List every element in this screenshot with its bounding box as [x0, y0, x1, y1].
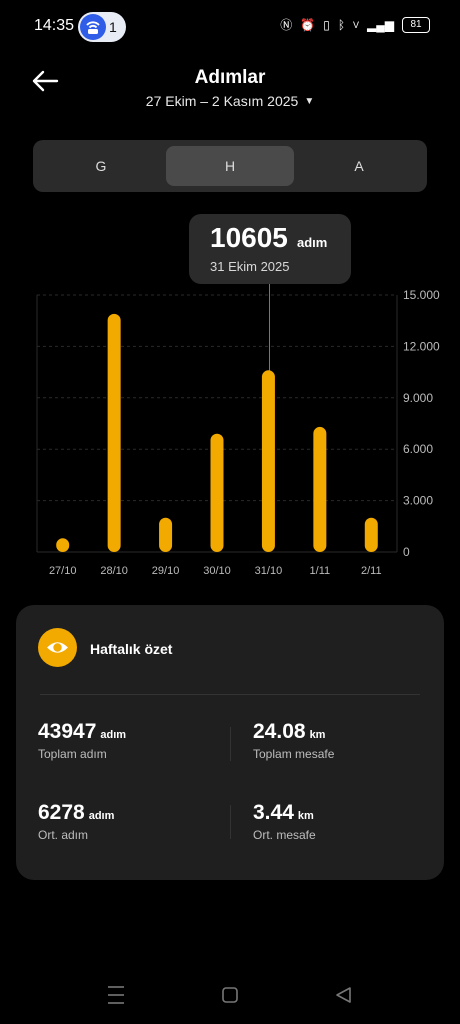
- volte-icon: V: [353, 19, 360, 30]
- stat-value: 6278: [38, 801, 85, 824]
- tab-month[interactable]: A: [295, 146, 423, 186]
- summary-title: Haftalık özet: [90, 641, 173, 657]
- home-icon[interactable]: [222, 987, 238, 1003]
- date-range-selector[interactable]: 27 Ekim – 2 Kasım 2025 ▼: [0, 93, 460, 109]
- x-tick-label: 28/10: [100, 565, 128, 577]
- x-tick-label: 29/10: [152, 565, 180, 577]
- stat-unit: adım: [88, 810, 115, 822]
- stat-avg-steps: 6278 adım Ort. adım: [38, 801, 114, 842]
- x-tick-label: 27/10: [49, 565, 77, 577]
- stat-label: Toplam adım: [38, 747, 107, 761]
- stat-unit: km: [297, 810, 314, 822]
- chart-bar[interactable]: [364, 517, 378, 552]
- status-bar: 14:35 1 Ⓝ ⏰ ▯ ᛒ V ▂▄▆ 81: [0, 0, 460, 52]
- tab-week[interactable]: H: [166, 146, 294, 186]
- chart-bar[interactable]: [261, 370, 275, 552]
- stat-unit: adım: [100, 729, 127, 741]
- y-tick-label: 3.000: [403, 494, 433, 508]
- y-tick-label: 9.000: [403, 391, 433, 405]
- y-tick-label: 0: [403, 545, 410, 559]
- y-tick-label: 6.000: [403, 442, 433, 456]
- x-tick-label: 2/11: [361, 565, 382, 577]
- tab-day[interactable]: G: [37, 146, 165, 186]
- steps-bar-chart[interactable]: 0 3.000 6.000 9.000 12.000 15.000 27/10 28/10 29…: [0, 280, 460, 585]
- stat-label: Ort. adım: [38, 828, 89, 842]
- battery-icon: 81: [402, 16, 430, 33]
- chart-bar[interactable]: [159, 517, 173, 552]
- battery-level: 81: [410, 19, 422, 30]
- stat-value: 24.08: [253, 720, 306, 743]
- stat-total-distance: 24.08 km Toplam mesafe: [253, 720, 334, 761]
- stat-avg-distance: 3.44 km Ort. mesafe: [253, 801, 316, 842]
- hotspot-icon: [80, 14, 106, 40]
- x-tick-label: 31/10: [255, 565, 283, 577]
- stat-label: Ort. mesafe: [253, 828, 316, 842]
- chart-bar[interactable]: [56, 538, 70, 552]
- page-title: Adımlar: [194, 67, 266, 88]
- tooltip-date: 31 Ekim 2025: [210, 259, 290, 274]
- stat-divider: [230, 727, 231, 761]
- signal-icon: ▂▄▆: [367, 17, 394, 32]
- chart-bar[interactable]: [210, 433, 224, 552]
- y-tick-label: 12.000: [403, 339, 440, 353]
- selected-value-tooltip: 10605 adım 31 Ekim 2025: [189, 214, 351, 284]
- stat-total-steps: 43947 adım Toplam adım: [38, 720, 126, 761]
- hotspot-indicator[interactable]: 1: [78, 12, 126, 42]
- stat-divider: [230, 805, 231, 839]
- menu-icon[interactable]: [108, 986, 124, 1004]
- chart-bar[interactable]: [313, 426, 327, 552]
- chart-bar[interactable]: [107, 313, 121, 552]
- bluetooth-icon: ᛒ: [337, 17, 346, 32]
- tooltip-unit: adım: [297, 235, 328, 250]
- stat-unit: km: [309, 729, 326, 741]
- status-icons: Ⓝ ⏰ ▯ ᛒ V ▂▄▆ 81: [280, 16, 430, 33]
- x-tick-label: 30/10: [203, 565, 231, 577]
- system-nav-bar: [0, 975, 460, 1015]
- eye-icon: [38, 628, 77, 667]
- vibrate-icon: ▯: [323, 17, 330, 32]
- date-range-label: 27 Ekim – 2 Kasım 2025: [145, 93, 299, 109]
- alarm-icon: ⏰: [300, 17, 316, 32]
- period-segmented-control: G H A: [33, 140, 427, 192]
- y-tick-label: 15.000: [403, 288, 440, 302]
- back-nav-icon[interactable]: [336, 987, 351, 1003]
- summary-divider: [40, 694, 420, 695]
- caret-down-icon: ▼: [304, 96, 315, 107]
- weekly-summary-card: Haftalık özet 43947 adım Toplam adım 24.0…: [16, 605, 444, 880]
- x-tick-label: 1/11: [310, 565, 331, 577]
- hotspot-count: 1: [109, 19, 117, 35]
- stat-label: Toplam mesafe: [253, 747, 335, 761]
- tooltip-value: 10605: [210, 222, 288, 253]
- stat-value: 3.44: [253, 801, 294, 824]
- stat-value: 43947: [38, 720, 97, 743]
- nfc-icon: Ⓝ: [280, 18, 293, 32]
- status-time: 14:35: [34, 17, 75, 34]
